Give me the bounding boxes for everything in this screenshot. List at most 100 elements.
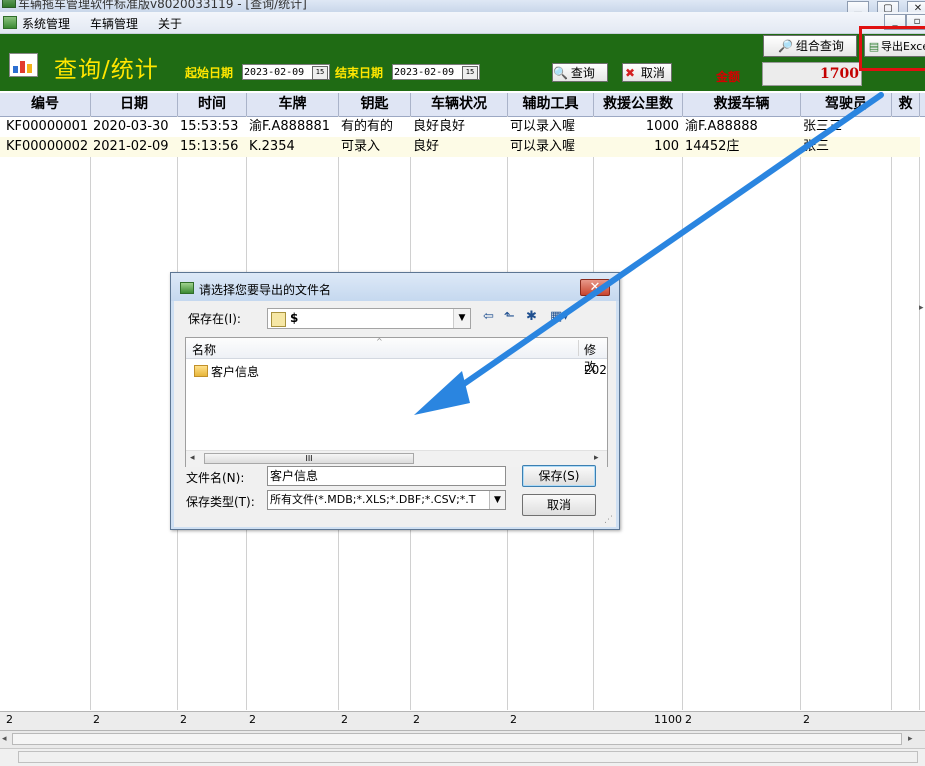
column-header-rescue-vehicle[interactable]: 救援车辆 xyxy=(683,93,801,116)
chevron-down-icon[interactable]: ▼ xyxy=(453,309,470,328)
column-header-driver[interactable]: 驾驶员 xyxy=(801,93,892,116)
window-title: 车辆拖车管理软件标准版v8020033119 - [查询/统计] xyxy=(18,0,307,11)
start-date-picker[interactable]: 2023-02-09 15 xyxy=(242,64,330,80)
footer-count: 2 xyxy=(341,713,348,726)
calendar-icon[interactable]: 15 xyxy=(462,66,478,80)
filetype-label: 保存类型(T): xyxy=(186,495,255,509)
scroll-left-icon[interactable]: ◂ xyxy=(2,734,7,744)
cell-condition: 良好良好 xyxy=(413,119,466,134)
table-row[interactable]: KF00000001 2020-03-30 15:53:53 渝F.A88888… xyxy=(0,117,920,137)
combined-query-button[interactable]: 🔎 组合查询 xyxy=(763,35,857,57)
folder-icon xyxy=(194,365,208,377)
query-button[interactable]: 🔍 查询 xyxy=(552,63,608,82)
close-icon[interactable]: ✕ xyxy=(580,279,610,296)
footer-count: 2 xyxy=(413,713,420,726)
search-icon: 🔎 xyxy=(778,39,793,53)
menu-item-system[interactable]: 系统管理 xyxy=(22,15,70,32)
title-bar: 车辆拖车管理软件标准版v8020033119 - [查询/统计] ▁ ▢ ✕ xyxy=(0,0,925,12)
column-header-name[interactable]: 名称 xyxy=(192,341,216,358)
footer-count: 2 xyxy=(6,713,13,726)
total-amount-value: 1700 xyxy=(762,62,862,86)
query-button-label: 查询 xyxy=(570,66,595,80)
dialog-title-bar: 请选择您要导出的文件名 ✕ xyxy=(171,273,619,301)
chevron-down-icon[interactable]: ▼ xyxy=(489,491,505,509)
cell-driver: 张三 xyxy=(803,139,830,154)
column-header-rescue-km[interactable]: 救援公里数 xyxy=(594,93,683,116)
sort-caret-icon: ^ xyxy=(376,337,383,346)
cell-tools: 可以录入喔 xyxy=(510,139,576,154)
file-list-item[interactable]: 客户信息 202 xyxy=(186,362,607,380)
save-file-dialog: 请选择您要导出的文件名 ✕ 保存在(I): $ ▼ ⇦ ⬑ ✱ ▦▾ 名称 ^ … xyxy=(170,272,620,530)
scroll-left-icon[interactable]: ◂ xyxy=(190,453,195,463)
column-header-time[interactable]: 时间 xyxy=(178,93,247,116)
dialog-body: 保存在(I): $ ▼ ⇦ ⬑ ✱ ▦▾ 名称 ^ 修改 客户信息 202 ◂ xyxy=(174,301,616,527)
menu-item-vehicle[interactable]: 车辆管理 xyxy=(90,15,138,32)
file-list[interactable]: 名称 ^ 修改 客户信息 202 ◂ III ▸ xyxy=(185,337,608,467)
scroll-thumb[interactable]: III xyxy=(204,453,414,464)
save-in-value: $ xyxy=(290,311,299,325)
footer-km-total: 1100 xyxy=(654,713,682,726)
end-date-label: 结束日期 xyxy=(335,66,384,80)
column-header-plate[interactable]: 车牌 xyxy=(247,93,339,116)
filename-input[interactable]: 客户信息 xyxy=(267,466,506,486)
end-date-value: 2023-02-09 xyxy=(394,67,455,78)
red-x-icon: ✖ xyxy=(624,66,636,80)
start-date-value: 2023-02-09 xyxy=(244,67,305,78)
column-header-condition[interactable]: 车辆状况 xyxy=(411,93,508,116)
scroll-right-icon[interactable]: ▸ xyxy=(919,303,925,315)
statistics-chart-icon xyxy=(9,53,38,77)
footer-count: 2 xyxy=(510,713,517,726)
minimize-button[interactable]: ▁ xyxy=(847,1,869,12)
scroll-thumb[interactable] xyxy=(12,733,902,745)
close-window-button[interactable]: ✕ xyxy=(907,1,925,12)
maximize-button[interactable]: ▢ xyxy=(877,1,899,12)
start-date-label: 起始日期 xyxy=(185,66,234,80)
new-folder-icon[interactable]: ✱ xyxy=(526,309,537,324)
cell-key: 有的有的 xyxy=(341,119,394,134)
magnifier-icon: 🔍 xyxy=(553,66,568,80)
column-header-tools[interactable]: 辅助工具 xyxy=(508,93,594,116)
calendar-icon[interactable]: 15 xyxy=(312,66,328,80)
up-folder-icon[interactable]: ⬑ xyxy=(504,309,515,324)
dialog-title: 请选择您要导出的文件名 xyxy=(199,283,332,297)
resize-grip-icon[interactable]: ⋰ xyxy=(604,515,613,525)
cell-driver: 张三三 xyxy=(803,119,843,134)
filetype-value: 所有文件(*.MDB;*.XLS;*.DBF;*.CSV;*.T xyxy=(270,493,476,506)
cell-rescue-km: 1000 xyxy=(645,119,679,134)
filetype-select[interactable]: 所有文件(*.MDB;*.XLS;*.DBF;*.CSV;*.T ▼ xyxy=(267,490,506,510)
table-row[interactable]: KF00000002 2021-02-09 15:13:56 K.2354 可录… xyxy=(0,137,920,157)
cell-rescue-km: 100 xyxy=(654,139,679,154)
cell-plate: K.2354 xyxy=(249,139,295,154)
dialog-cancel-button[interactable]: 取消 xyxy=(522,494,596,516)
menu-app-icon xyxy=(3,16,17,29)
horizontal-scrollbar[interactable]: ◂ ▸ xyxy=(0,731,925,749)
menu-item-about[interactable]: 关于 xyxy=(158,15,182,32)
save-in-select[interactable]: $ ▼ xyxy=(267,308,471,329)
view-menu-icon[interactable]: ▦▾ xyxy=(550,309,569,324)
grid-header: 编号 日期 时间 车牌 钥匙 车辆状况 辅助工具 救援公里数 救援车辆 驾驶员 … xyxy=(0,93,925,117)
footer-count: 2 xyxy=(249,713,256,726)
cell-date: 2020-03-30 xyxy=(93,119,169,134)
footer-count: 2 xyxy=(93,713,100,726)
status-bar xyxy=(0,749,925,766)
column-header-id[interactable]: 编号 xyxy=(0,93,91,116)
scroll-right-icon[interactable]: ▸ xyxy=(908,734,913,744)
column-header-key[interactable]: 钥匙 xyxy=(339,93,411,116)
save-button[interactable]: 保存(S) xyxy=(522,465,596,487)
total-amount-label: 金额 xyxy=(716,70,741,84)
scroll-right-icon[interactable]: ▸ xyxy=(594,453,599,463)
back-arrow-icon[interactable]: ⇦ xyxy=(483,309,494,324)
menu-bar: 系统管理 车辆管理 关于 _ ▫ xyxy=(0,12,925,34)
cancel-button[interactable]: ✖ 取消 xyxy=(622,63,672,82)
cell-condition: 良好 xyxy=(413,139,440,154)
cancel-button-label: 取消 xyxy=(640,66,665,80)
app-icon xyxy=(2,0,16,8)
file-list-header: 名称 ^ 修改 xyxy=(186,337,607,374)
column-header-rescue[interactable]: 救 xyxy=(892,93,920,116)
cell-time: 15:13:56 xyxy=(180,139,239,154)
folder-icon xyxy=(271,312,286,327)
cell-time: 15:53:53 xyxy=(180,119,239,134)
column-header-date[interactable]: 日期 xyxy=(91,93,178,116)
filename-label: 文件名(N): xyxy=(186,471,245,485)
end-date-picker[interactable]: 2023-02-09 15 xyxy=(392,64,480,80)
